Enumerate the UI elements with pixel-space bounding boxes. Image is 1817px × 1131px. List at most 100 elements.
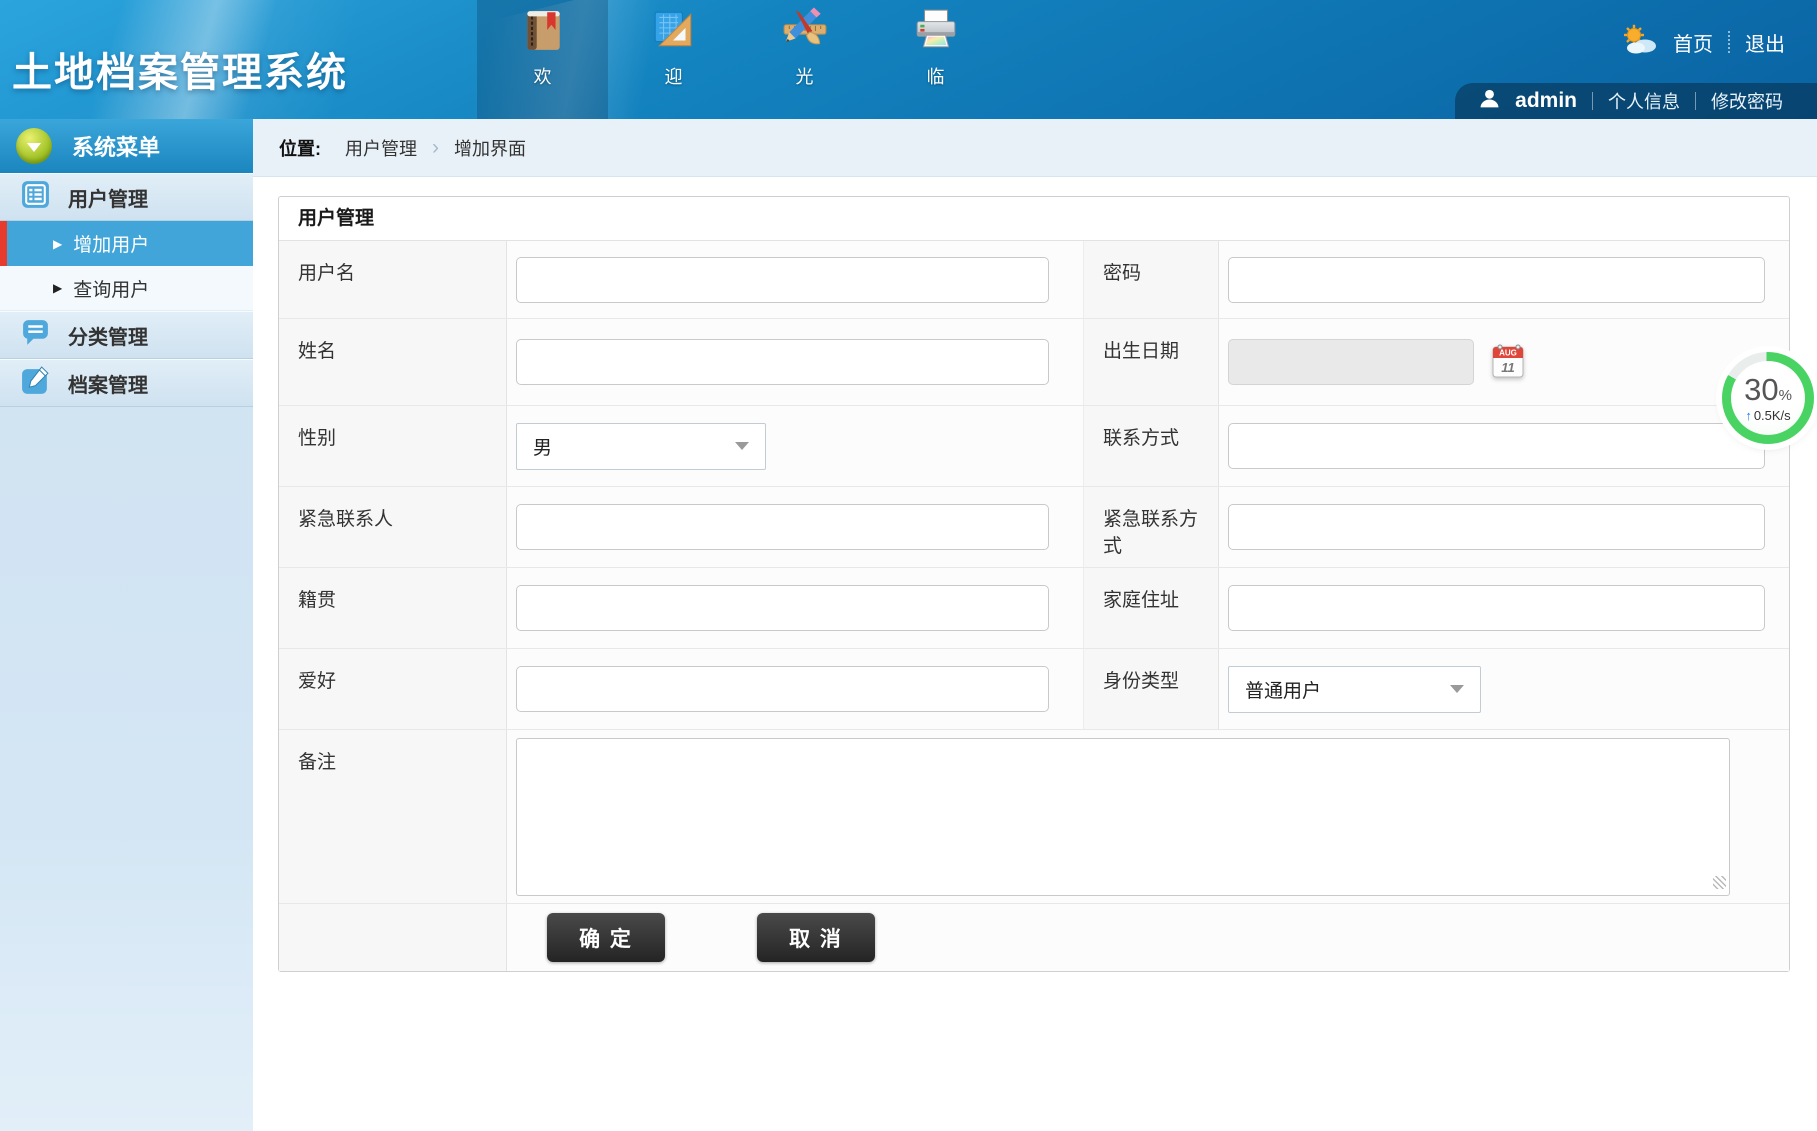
remark-textarea[interactable]: [516, 738, 1730, 896]
welcome-tab-strip: 欢 迎: [477, 0, 1001, 119]
calendar-icon[interactable]: AUG 11: [1491, 341, 1527, 384]
pencil-brush-icon: [782, 7, 828, 58]
set-square-icon: [651, 7, 697, 58]
chevron-down-icon: [735, 442, 749, 450]
emergency-phone-label: 紧急联系方式: [1084, 487, 1219, 567]
emergency-contact-label: 紧急联系人: [279, 487, 507, 567]
app-root: 土地档案管理系统 欢: [0, 0, 1817, 1131]
userbar-divider: [1695, 92, 1696, 110]
home-link[interactable]: 首页: [1673, 28, 1713, 57]
arrow-right-icon: ▶: [53, 237, 62, 251]
chevron-down-icon: [27, 143, 41, 152]
sidebar-subitem-label: 查询用户: [73, 275, 149, 302]
password-input[interactable]: [1228, 257, 1765, 303]
form-actions-row: 确 定 取 消: [279, 904, 1789, 971]
form-row: 备注: [279, 730, 1789, 904]
speed-percent-unit: %: [1779, 388, 1792, 403]
form-row: 爱好 身份类型 普通用户: [279, 649, 1789, 730]
gender-selected-value: 男: [533, 433, 552, 460]
contact-label: 联系方式: [1084, 406, 1219, 486]
birthdate-input[interactable]: [1228, 339, 1474, 385]
svg-text:11: 11: [1501, 360, 1515, 375]
app-header: 土地档案管理系统 欢: [0, 0, 1817, 119]
address-input[interactable]: [1228, 585, 1765, 631]
gender-label: 性别: [279, 406, 507, 486]
speed-ball-face: 30 % ↑ 0.5K/s: [1731, 361, 1805, 435]
welcome-tab-2[interactable]: 迎: [608, 0, 739, 119]
userbar-divider: [1592, 92, 1593, 110]
welcome-tab-label: 欢: [534, 63, 552, 89]
sidebar-item-label: 档案管理: [68, 369, 148, 398]
sidebar-item-label: 分类管理: [68, 321, 148, 350]
password-label: 密码: [1084, 241, 1219, 318]
username-label[interactable]: admin: [1515, 89, 1577, 113]
svg-text:AUG: AUG: [1499, 348, 1517, 357]
welcome-tab-3[interactable]: 光: [739, 0, 870, 119]
chevron-right-icon: ›: [432, 136, 439, 160]
sidebar-subitem-label: 增加用户: [73, 230, 149, 257]
name-input[interactable]: [516, 339, 1049, 385]
gender-select[interactable]: 男: [516, 423, 766, 470]
chevron-down-icon: [1450, 685, 1464, 693]
breadcrumb-item-user-management[interactable]: 用户管理: [345, 135, 417, 161]
welcome-tab-1[interactable]: 欢: [477, 0, 608, 119]
upload-arrow-icon: ↑: [1745, 408, 1752, 423]
identity-select[interactable]: 普通用户: [1228, 666, 1481, 713]
app-title: 土地档案管理系统: [12, 40, 348, 98]
main-content: 位置: 用户管理 › 增加界面 用户管理 用户名 密码 姓名 出生: [253, 119, 1817, 1131]
name-label: 姓名: [279, 319, 507, 405]
hobby-input[interactable]: [516, 666, 1049, 712]
sidebar-item-archive-management[interactable]: 档案管理: [0, 359, 253, 407]
welcome-tab-label: 临: [927, 63, 945, 89]
form-row: 姓名 出生日期 AUG 11: [279, 319, 1789, 406]
username-label: 用户名: [279, 241, 507, 318]
contact-input[interactable]: [1228, 423, 1765, 469]
welcome-tab-label: 光: [796, 63, 814, 89]
nav-divider: [1728, 31, 1730, 53]
identity-selected-value: 普通用户: [1245, 676, 1321, 703]
sidebar-subitem-add-user[interactable]: ▶ 增加用户: [0, 221, 253, 266]
sidebar-item-label: 用户管理: [68, 183, 148, 212]
profile-link[interactable]: 个人信息: [1608, 88, 1680, 114]
system-menu-header[interactable]: 系统菜单: [0, 119, 253, 173]
empty-label-cell: [279, 904, 507, 971]
confirm-button[interactable]: 确 定: [547, 913, 665, 962]
cancel-button[interactable]: 取 消: [757, 913, 875, 962]
speed-percent-value: 30: [1744, 374, 1778, 405]
user-bar: admin 个人信息 修改密码: [1455, 83, 1817, 119]
birthplace-label: 籍贯: [279, 568, 507, 648]
welcome-tab-4[interactable]: 临: [870, 0, 1001, 119]
list-icon: [20, 179, 51, 215]
breadcrumb: 位置: 用户管理 › 增加界面: [253, 119, 1817, 177]
arrow-right-icon: ▶: [53, 281, 62, 295]
header-nav: 首页 退出: [1620, 24, 1785, 60]
form-row: 籍贯 家庭住址: [279, 568, 1789, 649]
form-row: 紧急联系人 紧急联系方式: [279, 487, 1789, 568]
breadcrumb-item-add-page: 增加界面: [454, 135, 526, 161]
form-row: 性别 男 联系方式: [279, 406, 1789, 487]
sidebar-item-category-management[interactable]: 分类管理: [0, 311, 253, 359]
panel-title: 用户管理: [279, 197, 1789, 241]
breadcrumb-prefix: 位置:: [279, 135, 321, 161]
printer-icon: [913, 7, 959, 58]
birthdate-label: 出生日期: [1084, 319, 1219, 405]
form-row: 用户名 密码: [279, 241, 1789, 319]
menu-collapse-icon[interactable]: [16, 128, 52, 164]
sidebar-subitem-query-user[interactable]: ▶ 查询用户: [0, 266, 253, 311]
download-speed-ball[interactable]: 30 % ↑ 0.5K/s: [1722, 352, 1814, 444]
emergency-phone-input[interactable]: [1228, 504, 1765, 550]
hobby-label: 爱好: [279, 649, 507, 729]
remark-label: 备注: [279, 730, 507, 903]
welcome-tab-label: 迎: [665, 63, 683, 89]
change-password-link[interactable]: 修改密码: [1711, 88, 1783, 114]
user-management-panel: 用户管理 用户名 密码 姓名 出生日期: [278, 196, 1790, 972]
sun-cloud-icon: [1620, 24, 1658, 60]
birthplace-input[interactable]: [516, 585, 1049, 631]
username-input[interactable]: [516, 257, 1049, 303]
sidebar: 系统菜单 用户管理 ▶ 增加用户 ▶: [0, 119, 253, 1131]
identity-label: 身份类型: [1084, 649, 1219, 729]
logout-link[interactable]: 退出: [1745, 28, 1785, 57]
emergency-contact-input[interactable]: [516, 504, 1049, 550]
sidebar-item-user-management[interactable]: 用户管理: [0, 173, 253, 221]
speed-rate-value: 0.5K/s: [1754, 408, 1791, 423]
